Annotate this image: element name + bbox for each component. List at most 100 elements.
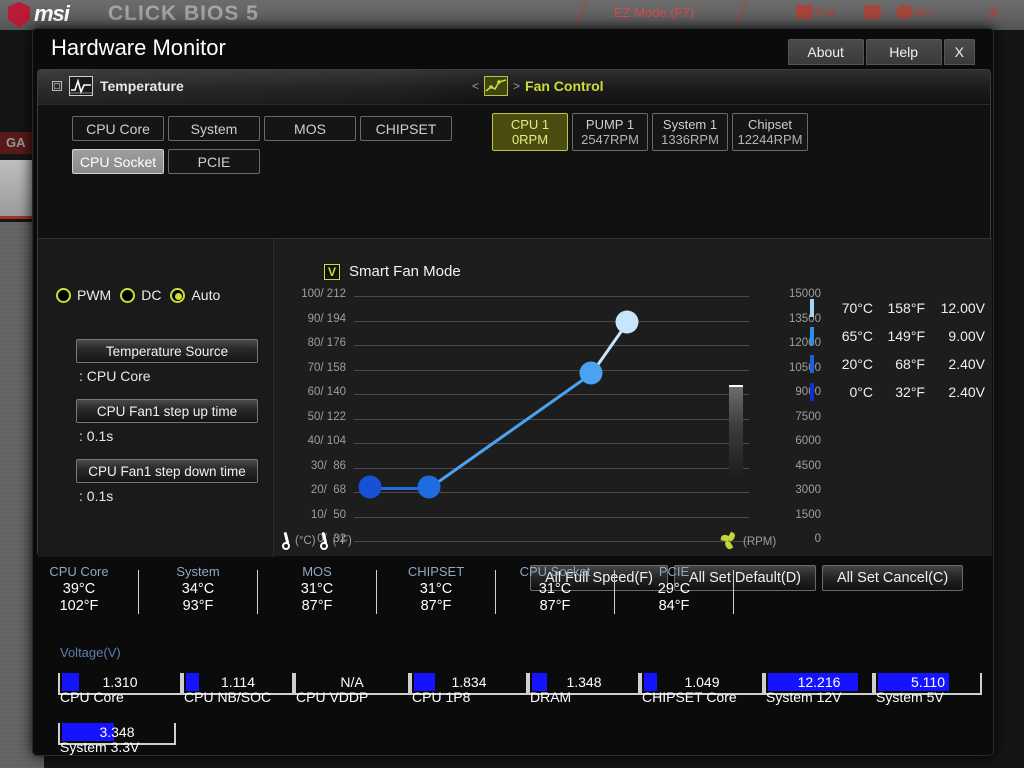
fan-name: System 1 <box>662 117 718 132</box>
smart-fan-checkbox-icon[interactable]: V <box>324 263 340 280</box>
y-axis-left-tick: 70/ 158 <box>307 361 346 374</box>
fan-button-cpu1[interactable]: CPU 1 0RPM <box>492 113 568 151</box>
temp-celsius: 34°C <box>181 581 215 597</box>
fan-icon <box>720 531 737 551</box>
radio-auto-label: Auto <box>191 287 221 303</box>
y-axis-left-tick: 30/ 86 <box>310 459 346 472</box>
thermometer-celsius-icon <box>282 531 291 550</box>
radio-dot-icon[interactable] <box>120 287 136 303</box>
screenshot-key-label: F12 <box>816 7 835 19</box>
step-down-time-button[interactable]: CPU Fan1 step down time <box>76 459 258 483</box>
temperature-source-button[interactable]: Temperature Source <box>76 339 258 363</box>
rpm-unit-label: (RPM) <box>743 535 777 548</box>
temperature-readout: CPU Core 39°C 102°F <box>34 564 124 622</box>
temp-separator <box>138 570 139 614</box>
temp-source-row-1: CPU Core System MOS CHIPSET <box>72 116 452 141</box>
favorites-icon[interactable] <box>864 5 881 19</box>
fan-curve-point[interactable] <box>615 310 639 334</box>
y-axis-left-tick: 10/ 50 <box>310 508 346 521</box>
legend-fahrenheit: 149°F <box>887 328 925 344</box>
bios-board-name: CLICK BIOS 5 <box>108 2 259 25</box>
temp-sensor-name: CPU Socket <box>519 564 591 579</box>
voltage-label: System 5V <box>876 689 944 705</box>
temp-sensor-name: MOS <box>302 564 332 579</box>
about-button[interactable]: About <box>787 39 864 65</box>
setting-step-up-time: CPU Fan1 step up time : 0.1s <box>76 399 258 444</box>
voltage-label: CPU Core <box>60 689 124 705</box>
language-icon[interactable] <box>896 5 913 19</box>
fan-curve-chart: V Smart Fan Mode 100/ 212 15000 90/ 194 135… <box>274 239 992 557</box>
temp-sensor-name: System <box>176 564 220 579</box>
voltage-label: CPU NB/SOC <box>184 689 272 705</box>
fan-control-graph-icon <box>484 76 509 96</box>
monitor-panel: ☐ Temperature < > Fan Control CPU Core S… <box>37 69 992 557</box>
radio-pwm[interactable]: PWM <box>56 287 111 303</box>
radio-dot-icon[interactable] <box>56 287 71 303</box>
dialog-title: Hardware Monitor <box>51 35 226 60</box>
temperature-readout: PCIE 29°C 84°F <box>629 564 719 622</box>
chevron-right-icon[interactable]: > <box>513 79 520 93</box>
fan-button-pump1[interactable]: PUMP 1 2547RPM <box>572 113 648 151</box>
fan-button-chipset[interactable]: Chipset 12244RPM <box>732 113 808 151</box>
temp-celsius: 31°C <box>419 581 453 597</box>
fan-rpm: 0RPM <box>511 132 549 147</box>
temperature-readout-strip: CPU Core 39°C 102°F System 34°C 93°F MOS 31°C 87… <box>34 564 972 622</box>
temp-fahrenheit: 102°F <box>59 598 99 614</box>
temp-separator <box>733 570 734 614</box>
bios-close-icon[interactable]: X <box>988 3 999 23</box>
y-axis-left-tick: 50/ 122 <box>307 410 346 423</box>
step-up-time-button[interactable]: CPU Fan1 step up time <box>76 399 258 423</box>
temp-source-system[interactable]: System <box>168 116 260 141</box>
radio-dot-icon[interactable] <box>170 287 186 303</box>
language-label: En <box>916 7 930 19</box>
fan-curve-point[interactable] <box>417 475 441 499</box>
legend-fahrenheit: 158°F <box>887 300 925 316</box>
temp-source-cpu-core[interactable]: CPU Core <box>72 116 164 141</box>
temp-source-chipset[interactable]: CHIPSET <box>360 116 452 141</box>
legend-fahrenheit: 32°F <box>895 384 925 400</box>
temp-source-mos[interactable]: MOS <box>264 116 356 141</box>
voltage-readout: 3.348 System 3.3V <box>58 715 176 755</box>
grid-line <box>354 467 749 469</box>
temp-celsius: 31°C <box>300 581 334 597</box>
tab-fan-control-label: Fan Control <box>525 78 604 94</box>
help-button[interactable]: Help <box>865 39 942 65</box>
y-axis-left-tick: 100/ 212 <box>301 288 346 300</box>
fan-speed-slider[interactable] <box>729 385 743 481</box>
rpm-axis-units: (RPM) <box>720 531 777 551</box>
voltage-label: CPU 1P8 <box>412 689 471 705</box>
checkbox-icon[interactable]: ☐ <box>52 81 62 91</box>
smart-fan-mode-toggle[interactable]: V Smart Fan Mode <box>324 263 461 280</box>
grid-line <box>354 443 749 444</box>
fan-rpm: 12244RPM <box>737 132 803 147</box>
panel-content: PWM DC Auto Temperature Source: CPU Cor… <box>38 238 992 557</box>
fan-curve-point[interactable] <box>358 475 382 499</box>
y-axis-left-tick: 20/ 68 <box>310 484 346 496</box>
tab-temperature[interactable]: ☐ Temperature <box>52 76 184 96</box>
close-button[interactable]: X <box>943 39 975 65</box>
gaming-badge-label: GA <box>6 135 26 150</box>
voltage-label: CPU VDDP <box>296 689 369 705</box>
temp-source-cpu-socket[interactable]: CPU Socket <box>72 149 164 174</box>
fan-curve-plot-area[interactable]: 100/ 212 15000 90/ 194 13500 80/ 176 12000 70/… <box>301 288 821 545</box>
tab-fan-control[interactable]: < > Fan Control <box>472 76 604 96</box>
radio-dc[interactable]: DC <box>120 287 161 303</box>
temp-source-pcie[interactable]: PCIE <box>168 149 260 174</box>
voltage-row-1: 1.310 CPU Core 1.114 CPU NB/SOC N/A CPU VDDP 1… <box>58 665 982 705</box>
screenshot-icon[interactable] <box>796 5 813 19</box>
fan-button-system1[interactable]: System 1 1336RPM <box>652 113 728 151</box>
fan-rpm: 2547RPM <box>581 132 639 147</box>
voltage-value: 1.348 <box>566 674 602 690</box>
fan-curve-point[interactable] <box>579 361 603 385</box>
grid-line <box>354 369 749 371</box>
radio-auto[interactable]: Auto <box>170 287 220 303</box>
voltage-value: 1.834 <box>451 674 487 690</box>
chevron-left-icon[interactable]: < <box>472 79 479 93</box>
temperature-readout: System 34°C 93°F <box>153 564 243 622</box>
legend-celsius: 20°C <box>841 356 873 372</box>
voltage-value: 1.049 <box>684 674 720 690</box>
thermometer-fahrenheit-icon <box>319 531 329 550</box>
temp-source-row-2: CPU Socket PCIE <box>72 149 260 174</box>
temp-celsius: 39°C <box>62 581 96 597</box>
ez-mode-button[interactable]: EZ Mode (F7) <box>614 5 694 20</box>
